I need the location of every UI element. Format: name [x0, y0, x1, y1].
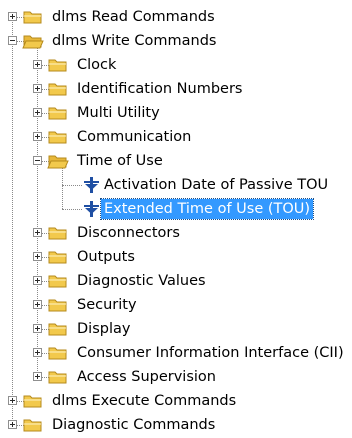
tree-item-label[interactable]: Disconnectors	[74, 223, 183, 243]
folder-icon	[22, 392, 44, 410]
tree-item-label[interactable]: Display	[74, 319, 133, 339]
tree-item[interactable]: Outputs	[0, 246, 352, 268]
folder-icon	[47, 368, 69, 386]
collapse-icon[interactable]	[33, 156, 42, 165]
folder-icon	[47, 104, 69, 122]
tree-item-label[interactable]: Security	[74, 295, 140, 315]
expand-icon[interactable]	[33, 372, 42, 381]
expand-icon[interactable]	[33, 252, 42, 261]
tree-item[interactable]: Disconnectors	[0, 222, 352, 244]
tree-item[interactable]: Diagnostic Commands	[0, 414, 352, 436]
tree-item[interactable]: Access Supervision	[0, 366, 352, 388]
tree-item[interactable]: Identification Numbers	[0, 78, 352, 100]
expand-icon[interactable]	[8, 420, 17, 429]
folder-icon	[47, 296, 69, 314]
tree-item[interactable]: Security	[0, 294, 352, 316]
folder-icon	[47, 320, 69, 338]
command-tree-view[interactable]: dlms Read Commands dlms Write Commands Clo…	[0, 0, 352, 435]
tree-item-label[interactable]: Activation Date of Passive TOU	[101, 175, 331, 195]
tree-item[interactable]: Extended Time of Use (TOU)	[0, 198, 352, 220]
folder-icon	[47, 80, 69, 98]
folder-icon	[47, 224, 69, 242]
folder-icon	[22, 416, 44, 434]
tree-item-label[interactable]: dlms Write Commands	[49, 31, 220, 51]
tree-item-label[interactable]: Extended Time of Use (TOU)	[99, 198, 315, 220]
folder-icon	[47, 344, 69, 362]
write-command-icon	[80, 200, 102, 218]
tree-item[interactable]: dlms Execute Commands	[0, 390, 352, 412]
tree-item-label[interactable]: dlms Read Commands	[49, 7, 218, 27]
expand-icon[interactable]	[8, 12, 17, 21]
expand-icon[interactable]	[33, 324, 42, 333]
collapse-icon[interactable]	[8, 36, 17, 45]
tree-item-label[interactable]: Consumer Information Interface (CII)	[74, 343, 347, 363]
folder-icon	[47, 272, 69, 290]
folder-icon	[47, 248, 69, 266]
tree-item-label[interactable]: dlms Execute Commands	[49, 391, 239, 411]
tree-item[interactable]: Consumer Information Interface (CII)	[0, 342, 352, 364]
tree-item-label[interactable]: Diagnostic Commands	[49, 415, 218, 435]
tree-item-label[interactable]: Outputs	[74, 247, 138, 267]
expand-icon[interactable]	[33, 84, 42, 93]
expand-icon[interactable]	[33, 108, 42, 117]
tree-item[interactable]: Clock	[0, 54, 352, 76]
tree-item[interactable]: Diagnostic Values	[0, 270, 352, 292]
tree-item[interactable]: dlms Read Commands	[0, 6, 352, 28]
tree-item-label[interactable]: Time of Use	[74, 151, 166, 171]
expand-icon[interactable]	[33, 60, 42, 69]
folder-icon	[47, 128, 69, 146]
write-command-icon	[80, 176, 102, 194]
tree-item[interactable]: Time of Use	[0, 150, 352, 172]
folder-icon	[47, 56, 69, 74]
tree-item[interactable]: Multi Utility	[0, 102, 352, 124]
tree-item-label[interactable]: Multi Utility	[74, 103, 163, 123]
folder-open-icon	[22, 32, 44, 50]
expand-icon[interactable]	[33, 228, 42, 237]
tree-item-label[interactable]: Clock	[74, 55, 119, 75]
tree-item-label[interactable]: Access Supervision	[74, 367, 219, 387]
expand-icon[interactable]	[33, 276, 42, 285]
expand-icon[interactable]	[33, 300, 42, 309]
expand-icon[interactable]	[33, 348, 42, 357]
folder-open-icon	[47, 152, 69, 170]
tree-item[interactable]: Communication	[0, 126, 352, 148]
tree-item-label[interactable]: Communication	[74, 127, 194, 147]
expand-icon[interactable]	[33, 132, 42, 141]
tree-item-label[interactable]: Diagnostic Values	[74, 271, 209, 291]
expand-icon[interactable]	[8, 396, 17, 405]
tree-item[interactable]: Activation Date of Passive TOU	[0, 174, 352, 196]
tree-item[interactable]: Display	[0, 318, 352, 340]
tree-item[interactable]: dlms Write Commands	[0, 30, 352, 52]
folder-icon	[22, 8, 44, 26]
tree-item-label[interactable]: Identification Numbers	[74, 79, 245, 99]
